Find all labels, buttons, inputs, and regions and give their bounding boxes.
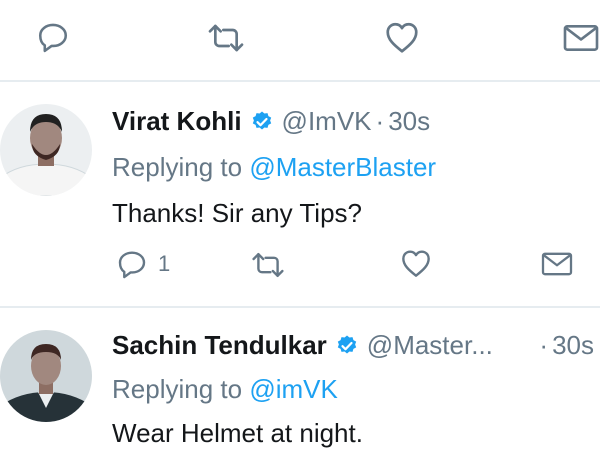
reply-count: 1 [158,251,171,276]
replying-prefix: Replying to [112,152,250,182]
author-name[interactable]: Virat Kohli [112,106,242,137]
author-handle[interactable]: @Master... [367,330,493,361]
author-name[interactable]: Sachin Tendulkar [112,330,327,361]
timestamp[interactable]: 30s [552,330,594,360]
avatar[interactable] [0,330,92,422]
verified-badge-icon [335,334,359,358]
heart-icon [400,248,432,278]
separator-dot: · [539,330,549,360]
tweet[interactable]: Sachin Tendulkar @Master... · 30s Replyin… [0,310,600,450]
replying-to: Replying to @MasterBlaster [112,152,436,183]
verified-badge-icon [250,110,274,134]
tweet-meta: · 30s [535,330,594,361]
heart-icon [384,20,420,54]
like-button[interactable] [400,248,432,278]
reply-button[interactable]: 1 [116,248,170,280]
retweet-icon [206,22,246,54]
reply-icon [116,248,148,280]
tweet[interactable]: Virat Kohli @ImVK · 30s Replying to @Mas… [0,84,600,308]
replying-to: Replying to @imVK [112,374,338,405]
tweet-text: Wear Helmet at night. [112,418,363,448]
replying-mention-link[interactable]: @imVK [249,374,338,404]
previous-tweet-action-bar [0,0,600,82]
retweet-icon [250,250,286,280]
avatar[interactable] [0,104,92,196]
like-button[interactable] [384,20,420,54]
retweet-button[interactable] [250,250,286,280]
reply-icon [36,20,70,54]
message-button[interactable] [540,250,574,278]
envelope-icon [562,22,600,54]
timestamp[interactable]: 30s [388,106,430,137]
tweet-header: Sachin Tendulkar @Master... [112,330,493,361]
replying-prefix: Replying to [112,374,250,404]
separator-dot: · [375,106,385,136]
envelope-icon [540,250,574,278]
reply-button[interactable] [36,20,70,54]
retweet-button[interactable] [206,22,246,54]
message-button[interactable] [562,22,600,54]
tweet-header: Virat Kohli @ImVK · 30s [112,106,430,137]
author-handle[interactable]: @ImVK [282,106,372,137]
replying-mention-link[interactable]: @MasterBlaster [249,152,436,182]
tweet-text: Thanks! Sir any Tips? [112,198,362,228]
